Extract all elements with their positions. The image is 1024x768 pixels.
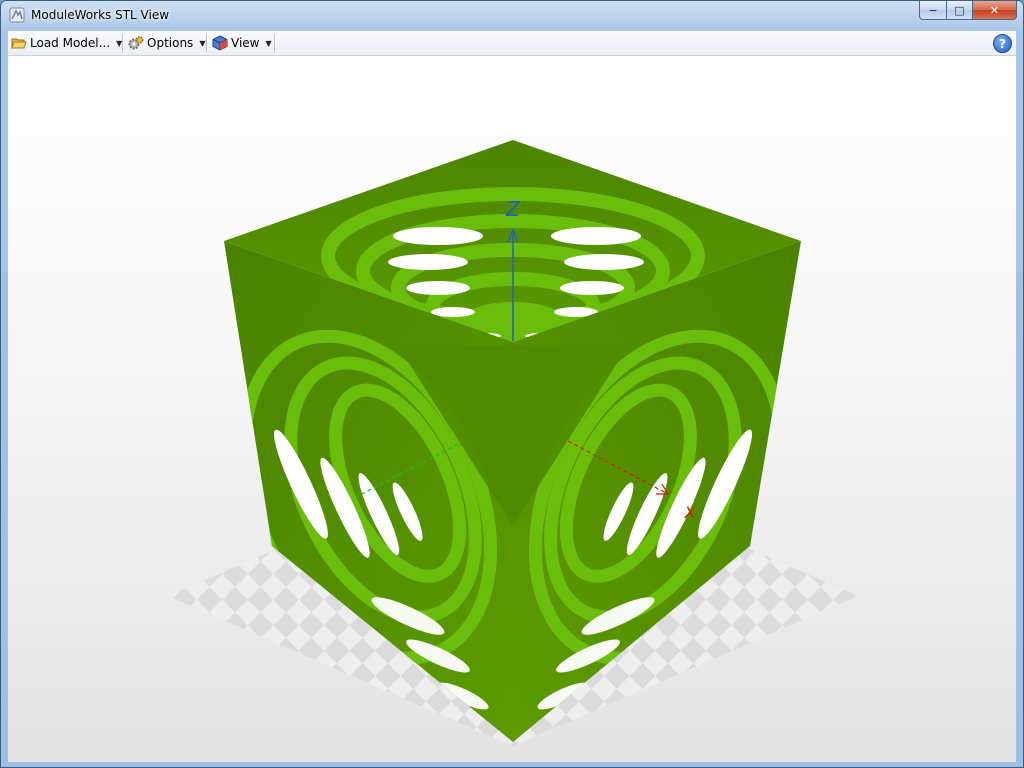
- minimize-icon: −: [928, 3, 938, 17]
- x-axis-label: X: [684, 503, 697, 522]
- 3d-viewport[interactable]: Z X: [8, 56, 1016, 762]
- z-axis-label: Z: [505, 197, 521, 221]
- help-icon: ?: [999, 36, 1006, 51]
- close-icon: ✕: [989, 3, 1000, 17]
- close-button[interactable]: ✕: [973, 1, 1017, 20]
- load-model-label: Load Model...: [30, 36, 111, 50]
- toolbar-separator: [206, 34, 208, 52]
- app-icon: [9, 7, 25, 23]
- chevron-down-icon: ▼: [199, 38, 206, 48]
- toolbar-separator: [274, 34, 276, 52]
- help-button[interactable]: ?: [993, 34, 1012, 53]
- options-button[interactable]: Options ▼: [128, 33, 205, 53]
- folder-open-icon: [11, 38, 27, 49]
- view-button[interactable]: View ▼: [212, 33, 272, 53]
- window-title: ModuleWorks STL View: [31, 8, 170, 22]
- window-controls: − □ ✕: [919, 1, 1017, 21]
- stl-view-window: ModuleWorks STL View − □ ✕ Load Model...…: [0, 0, 1024, 768]
- cube-view-icon: [212, 35, 228, 51]
- toolbar: Load Model... ▼ Options ▼ View ▼ ?: [8, 31, 1016, 56]
- maximize-button[interactable]: □: [947, 1, 973, 20]
- gears-icon: [128, 36, 144, 50]
- toolbar-separator: [122, 34, 124, 52]
- view-label: View: [231, 36, 260, 50]
- chevron-down-icon: ▼: [265, 38, 272, 48]
- maximize-icon: □: [954, 3, 965, 17]
- model-scene: Z X: [168, 140, 858, 746]
- minimize-button[interactable]: −: [919, 1, 947, 20]
- load-model-button[interactable]: Load Model... ▼: [11, 33, 122, 53]
- title-bar[interactable]: ModuleWorks STL View − □ ✕: [1, 1, 1023, 31]
- options-label: Options: [147, 36, 194, 50]
